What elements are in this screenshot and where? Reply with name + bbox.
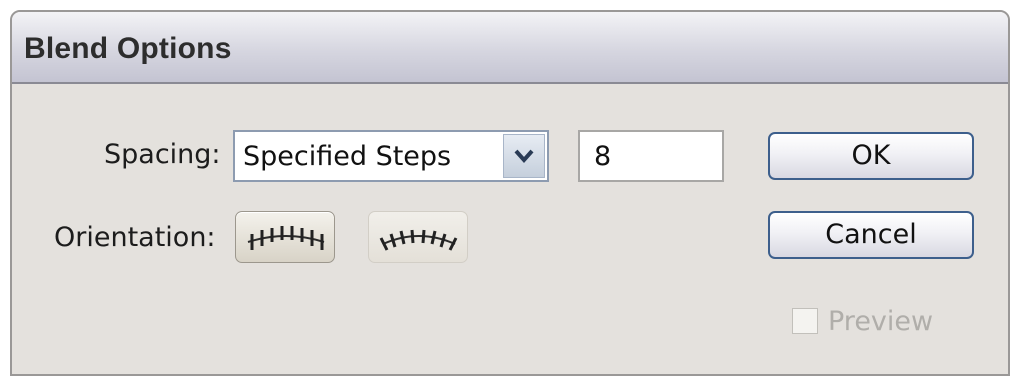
chevron-down-icon[interactable] (503, 134, 545, 178)
blend-options-dialog: Blend Options Spacing: Specified Steps 8… (10, 10, 1010, 376)
align-to-page-button[interactable] (235, 211, 335, 263)
preview-checkbox[interactable] (792, 308, 818, 334)
align-to-page-icon (247, 226, 325, 250)
spacing-label: Spacing: (104, 139, 221, 170)
title-bar: Blend Options (12, 12, 1008, 84)
spacing-select-value: Specified Steps (243, 141, 452, 172)
ok-button[interactable]: OK (768, 132, 974, 180)
dialog-title: Blend Options (24, 32, 232, 65)
orientation-label: Orientation: (54, 222, 216, 253)
cancel-button[interactable]: Cancel (768, 211, 974, 259)
steps-input-value: 8 (594, 141, 612, 172)
align-to-path-icon (379, 229, 458, 251)
steps-input[interactable]: 8 (578, 130, 724, 182)
align-to-path-button[interactable] (368, 211, 468, 263)
spacing-select[interactable]: Specified Steps (233, 130, 549, 182)
preview-label: Preview (828, 306, 934, 337)
